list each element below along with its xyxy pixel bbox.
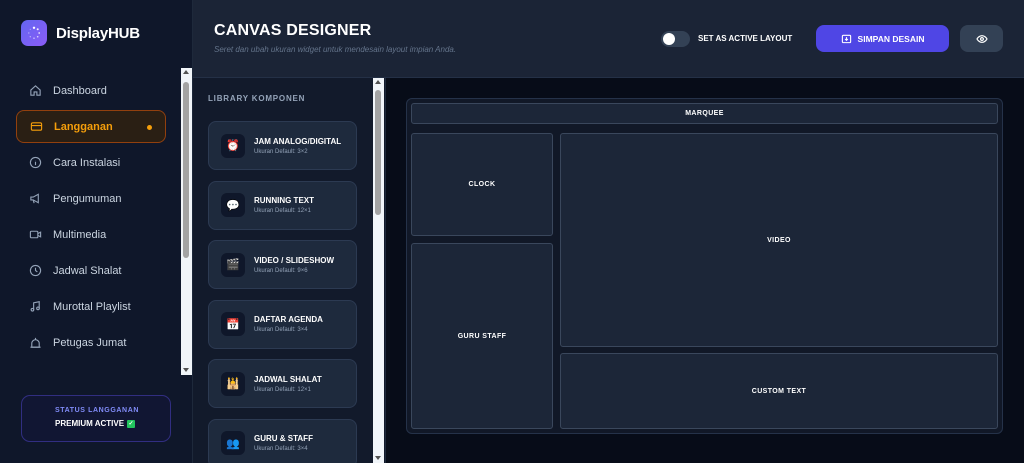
spinner-logo-icon (21, 20, 47, 46)
library-item-guru-staff[interactable]: 👥 GURU & STAFF Ukuran Default: 3×4 (208, 418, 357, 463)
status-label: STATUS LANGGANAN (55, 407, 140, 414)
sidebar-scrollbar[interactable] (181, 68, 192, 375)
library-item-jadwal-shalat[interactable]: 🕌 JADWAL SHALAT Ukuran Default: 12×1 (208, 359, 357, 408)
brand-name: DisplayHUB (56, 24, 140, 42)
clapper-icon: 🎬 (221, 252, 245, 277)
speech-bubble-icon: 💬 (221, 193, 245, 217)
library-item-name: JAM ANALOG/DIGITAL (254, 136, 342, 146)
library-scrollbar[interactable] (373, 78, 384, 463)
scroll-up-arrow-icon[interactable] (183, 70, 189, 74)
clock-icon (29, 264, 42, 277)
sidebar-item-label: Langganan (54, 120, 113, 133)
layout-canvas[interactable]: MARQUEE CLOCK VIDEO GURU STAFF CUSTOM TE… (406, 98, 1003, 434)
sidebar: DisplayHUB Dashboard Langganan Cara Inst… (0, 0, 193, 463)
music-note-icon (30, 300, 40, 312)
scroll-down-arrow-icon[interactable] (375, 456, 381, 460)
library-item-size: Ukuran Default: 3×4 (254, 327, 308, 333)
megaphone-icon (30, 193, 39, 204)
home-icon (30, 85, 41, 96)
page-header: CANVAS DESIGNER Seret dan ubah ukuran wi… (193, 0, 1024, 78)
sidebar-item-label: Jadwal Shalat (53, 264, 122, 277)
status-value-text: PREMIUM ACTIVE (55, 419, 125, 428)
info-icon (29, 156, 42, 169)
check-icon: ✓ (127, 419, 136, 428)
component-library: LIBRARY KOMPONEN ⏰ JAM ANALOG/DIGITAL Uk… (193, 78, 386, 463)
brand[interactable]: DisplayHUB (21, 20, 140, 46)
toggle-knob (663, 33, 675, 45)
active-dot (147, 125, 152, 130)
sidebar-item-petugas-jumat[interactable]: Petugas Jumat (16, 326, 166, 359)
library-item-size: Ukuran Default: 3×2 (254, 148, 308, 155)
sidebar-item-label: Dashboard (53, 84, 107, 97)
library-item-name: GURU & STAFF (254, 434, 313, 443)
people-icon: 👥 (221, 431, 245, 455)
save-button-label: SIMPAN DESAIN (857, 33, 925, 44)
mosque-icon (30, 337, 41, 348)
sidebar-item-label: Pengumuman (53, 192, 122, 205)
widget-marquee[interactable]: MARQUEE (411, 103, 998, 124)
eye-icon (975, 34, 988, 43)
sidebar-item-label: Multimedia (53, 228, 107, 241)
scrollbar-thumb[interactable] (375, 90, 381, 215)
preview-button[interactable] (960, 25, 1003, 52)
scroll-down-arrow-icon[interactable] (183, 368, 189, 372)
mosque-icon: 🕌 (221, 371, 245, 396)
library-list: ⏰ JAM ANALOG/DIGITAL Ukuran Default: 3×2… (208, 121, 357, 463)
library-item-jam[interactable]: ⏰ JAM ANALOG/DIGITAL Ukuran Default: 3×2 (208, 121, 357, 170)
sidebar-item-multimedia[interactable]: Multimedia (16, 218, 166, 251)
widget-guru-staff[interactable]: GURU STAFF (411, 243, 553, 429)
calendar-icon: 📅 (221, 312, 245, 336)
sidebar-item-murottal-playlist[interactable]: Murottal Playlist (16, 290, 166, 323)
library-item-size: Ukuran Default: 12×1 (254, 208, 311, 214)
sidebar-item-label: Cara Instalasi (53, 156, 121, 169)
library-item-name: VIDEO / SLIDESHOW (254, 255, 335, 265)
library-item-size: Ukuran Default: 9×6 (254, 267, 308, 274)
save-design-button[interactable]: SIMPAN DESAIN (816, 25, 949, 52)
status-value: PREMIUM ACTIVE ✓ (55, 419, 170, 428)
active-layout-toggle[interactable] (661, 31, 690, 47)
active-layout-label[interactable]: SET AS ACTIVE LAYOUT (698, 34, 792, 43)
widget-custom-text[interactable]: CUSTOM TEXT (560, 353, 998, 429)
page-title: CANVAS DESIGNER (214, 22, 372, 39)
card-icon (30, 122, 43, 131)
library-item-name: JADWAL SHALAT (254, 374, 322, 384)
library-item-agenda[interactable]: 📅 DAFTAR AGENDA Ukuran Default: 3×4 (208, 299, 357, 349)
sidebar-item-dashboard[interactable]: Dashboard (16, 74, 166, 107)
library-item-name: RUNNING TEXT (254, 196, 314, 205)
video-camera-icon (29, 230, 42, 239)
widget-video[interactable]: VIDEO (560, 133, 998, 347)
sidebar-item-pengumuman[interactable]: Pengumuman (16, 182, 166, 215)
widget-clock[interactable]: CLOCK (411, 133, 553, 236)
library-item-size: Ukuran Default: 12×1 (254, 386, 311, 393)
sidebar-item-cara-instalasi[interactable]: Cara Instalasi (16, 146, 166, 179)
sidebar-item-jadwal-shalat[interactable]: Jadwal Shalat (16, 254, 166, 287)
library-title: LIBRARY KOMPONEN (208, 94, 306, 103)
subscription-status-card: STATUS LANGGANAN PREMIUM ACTIVE ✓ (21, 395, 171, 442)
library-item-size: Ukuran Default: 3×4 (254, 446, 308, 452)
scrollbar-thumb[interactable] (183, 82, 189, 258)
library-item-video[interactable]: 🎬 VIDEO / SLIDESHOW Ukuran Default: 9×6 (208, 240, 357, 289)
sidebar-item-label: Murottal Playlist (53, 300, 131, 313)
canvas-area: MARQUEE CLOCK VIDEO GURU STAFF CUSTOM TE… (386, 78, 1024, 463)
library-item-running-text[interactable]: 💬 RUNNING TEXT Ukuran Default: 12×1 (208, 180, 357, 230)
library-item-name: DAFTAR AGENDA (254, 315, 323, 324)
sidebar-item-langganan[interactable]: Langganan (16, 110, 166, 143)
app-root: DisplayHUB Dashboard Langganan Cara Inst… (0, 0, 1024, 463)
alarm-clock-icon: ⏰ (221, 133, 245, 158)
sidebar-nav: Dashboard Langganan Cara Instalasi Pengu… (16, 74, 166, 362)
save-icon (841, 34, 851, 44)
page-subtitle: Seret dan ubah ukuran widget untuk mende… (214, 45, 457, 54)
scroll-up-arrow-icon[interactable] (375, 80, 381, 84)
sidebar-item-label: Petugas Jumat (53, 336, 127, 349)
